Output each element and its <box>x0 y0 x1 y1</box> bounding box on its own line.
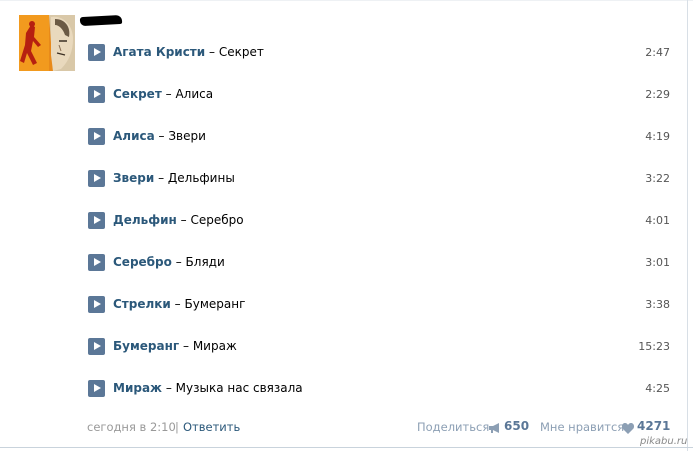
track-artist-link[interactable]: Бумеранг <box>113 339 179 353</box>
track-artist-link[interactable]: Дельфин <box>113 213 177 227</box>
track-artist-link[interactable]: Секрет <box>113 87 162 101</box>
dash: – <box>165 87 172 101</box>
track-song-name: Музыка нас связала <box>175 381 303 395</box>
track-title: Звери – Дельфины <box>113 171 235 185</box>
track-duration: 2:29 <box>645 88 670 101</box>
bottom-divider <box>0 447 693 448</box>
track-song-name: Алиса <box>175 87 214 101</box>
play-icon[interactable] <box>88 296 105 313</box>
share-button[interactable]: Поделиться <box>417 420 489 434</box>
track-duration: 4:01 <box>645 214 670 227</box>
track-duration: 15:23 <box>638 340 670 353</box>
track-song-name: Мираж <box>192 339 237 353</box>
track-row[interactable]: Серебро – Бляди 3:01 <box>88 254 670 272</box>
play-icon[interactable] <box>88 338 105 355</box>
track-title: Бумеранг – Мираж <box>113 339 237 353</box>
like-count[interactable]: 4271 <box>637 419 670 433</box>
track-row[interactable]: Алиса – Звери 4:19 <box>88 128 670 146</box>
track-row[interactable]: Секрет – Алиса 2:29 <box>88 86 670 104</box>
avatar[interactable] <box>19 15 75 71</box>
track-artist-link[interactable]: Агата Кристи <box>113 45 205 59</box>
dash: – <box>158 129 165 143</box>
play-icon[interactable] <box>88 254 105 271</box>
track-song-name: Дельфины <box>167 171 235 185</box>
heart-icon[interactable] <box>622 423 634 434</box>
track-title: Мираж – Музыка нас связала <box>113 381 303 395</box>
reply-link[interactable]: Ответить <box>183 420 240 434</box>
track-row[interactable]: Звери – Дельфины 3:22 <box>88 170 670 188</box>
track-artist-link[interactable]: Звери <box>113 171 154 185</box>
play-icon[interactable] <box>88 170 105 187</box>
dash: – <box>175 255 182 269</box>
track-row[interactable]: Дельфин – Серебро 4:01 <box>88 212 670 230</box>
right-border <box>687 0 688 451</box>
track-song-name: Секрет <box>218 45 264 59</box>
play-icon[interactable] <box>88 44 105 61</box>
dash: – <box>174 297 181 311</box>
top-border <box>0 0 693 1</box>
watermark: pikabu.ru <box>640 436 688 447</box>
avatar-image <box>19 15 75 71</box>
post-footer: сегодня в 2:10 | Ответить Поделиться 650… <box>87 419 670 436</box>
track-artist-link[interactable]: Стрелки <box>113 297 171 311</box>
track-title: Стрелки – Бумеранг <box>113 297 245 311</box>
track-row[interactable]: Агата Кристи – Секрет 2:47 <box>88 44 670 62</box>
track-duration: 3:38 <box>645 298 670 311</box>
track-duration: 4:19 <box>645 130 670 143</box>
track-duration: 4:25 <box>645 382 670 395</box>
dash: – <box>209 45 215 59</box>
like-button[interactable]: Мне нравится <box>540 420 624 434</box>
track-song-name: Бляди <box>185 255 225 269</box>
play-icon[interactable] <box>88 128 105 145</box>
track-artist-link[interactable]: Мираж <box>113 381 162 395</box>
track-title: Алиса – Звери <box>113 129 206 143</box>
dash: – <box>158 171 165 185</box>
track-artist-link[interactable]: Серебро <box>113 255 172 269</box>
track-title: Агата Кристи – Секрет <box>113 45 264 59</box>
track-title: Серебро – Бляди <box>113 255 225 269</box>
track-row[interactable]: Мираж – Музыка нас связала 4:25 <box>88 380 670 398</box>
track-duration: 3:01 <box>645 256 670 269</box>
track-row[interactable]: Стрелки – Бумеранг 3:38 <box>88 296 670 314</box>
track-duration: 2:47 <box>645 46 670 59</box>
post-date[interactable]: сегодня в 2:10 <box>87 420 176 434</box>
track-song-name: Серебро <box>190 213 244 227</box>
dash: – <box>180 213 187 227</box>
share-count[interactable]: 650 <box>504 419 529 433</box>
megaphone-icon[interactable] <box>489 423 501 433</box>
play-icon[interactable] <box>88 86 105 103</box>
play-icon[interactable] <box>88 212 105 229</box>
track-song-name: Звери <box>168 129 206 143</box>
track-song-name: Бумеранг <box>184 297 246 311</box>
dash: – <box>165 381 172 395</box>
play-icon[interactable] <box>88 380 105 397</box>
track-row[interactable]: Бумеранг – Мираж 15:23 <box>88 338 670 356</box>
track-title: Секрет – Алиса <box>113 87 213 101</box>
track-title: Дельфин – Серебро <box>113 213 244 227</box>
dash: – <box>183 339 189 353</box>
track-artist-link[interactable]: Алиса <box>113 129 155 143</box>
footer-divider: | <box>175 420 179 434</box>
redacted-username <box>79 14 123 27</box>
track-duration: 3:22 <box>645 172 670 185</box>
